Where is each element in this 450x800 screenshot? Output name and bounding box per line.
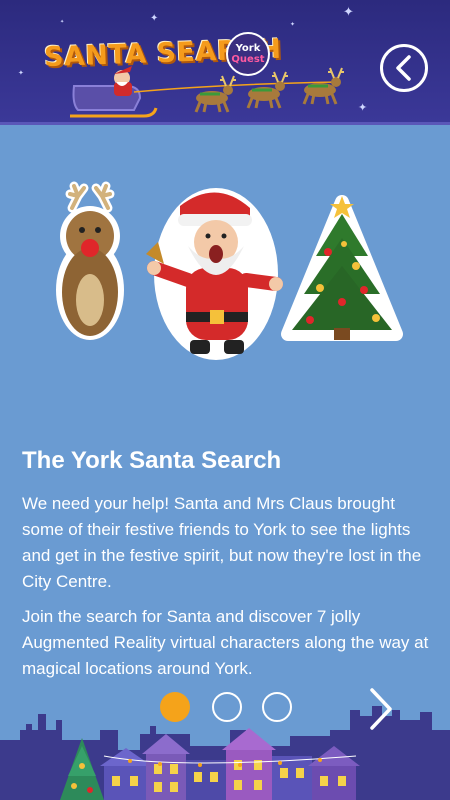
page-dot-2[interactable]: [212, 692, 242, 722]
back-button[interactable]: [380, 44, 428, 92]
star-icon: ✦: [290, 21, 296, 28]
santa-illustration: [146, 188, 283, 360]
sleigh-illustration: [70, 66, 344, 118]
chevron-left-icon: [396, 55, 411, 81]
christmas-tree-illustration: [281, 195, 403, 341]
intro-paragraph: We need your help! Santa and Mrs Claus b…: [22, 494, 422, 591]
page-dot-3[interactable]: [262, 692, 292, 722]
header-banner: ✦ ✦ ✦ ✦ ✦ ✦ SANTA SEARCH York Quest: [0, 0, 450, 125]
star-icon: ✦: [150, 13, 159, 24]
reindeer-illustration: [56, 181, 124, 340]
next-button[interactable]: [366, 686, 396, 732]
star-icon: ✦: [60, 19, 65, 25]
page-indicator: [158, 692, 298, 724]
star-icon: ✦: [343, 5, 354, 20]
instructions-paragraph: Join the search for Santa and discover 7…: [22, 607, 429, 678]
page-title: The York Santa Search: [22, 447, 282, 474]
page-dot-1[interactable]: [160, 692, 190, 722]
characters-illustration: [56, 181, 403, 360]
badge-line1: York: [235, 43, 261, 54]
star-icon: ✦: [18, 69, 24, 77]
chevron-right-icon: [370, 688, 392, 730]
